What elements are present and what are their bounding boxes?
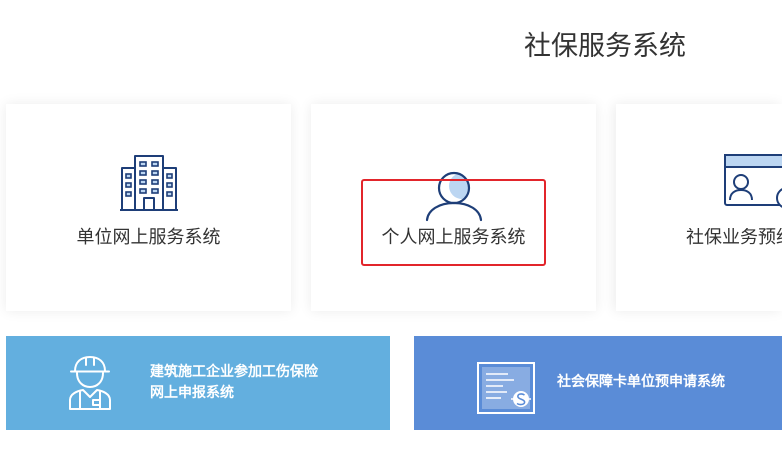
card-appointment-service[interactable]: 社保业务预约 [616,104,782,311]
person-icon [425,171,483,222]
page-title: 社保服务系统 [524,31,686,62]
banner-text: 建筑施工企业参加工伤保险 网上申报系统 [150,362,318,404]
card-personal-online-service[interactable]: 个人网上服务系统 [311,104,596,311]
banner-line: 建筑施工企业参加工伤保险 [150,364,318,380]
card-employer-online-service[interactable]: 单位网上服务系统 [6,104,291,311]
card-label: 社保业务预约 [686,228,782,248]
banner-line: 网上申报系统 [150,385,234,401]
social-security-card-icon [477,362,535,414]
building-icon [120,155,178,211]
construction-worker-icon [69,356,111,410]
id-card-icon [724,154,782,208]
card-label: 单位网上服务系统 [76,227,221,248]
card-label: 个人网上服务系统 [381,227,526,248]
banner-line: 社会保障卡单位预申请系统 [557,374,725,390]
banner-social-security-card[interactable]: 社会保障卡单位预申请系统 [414,336,782,430]
service-portal-page: 社保服务系统 单位网上服务系统 个人网上服务系统 社保业务预 建筑施工企业参加工… [0,0,782,453]
banner-construction-injury-insurance[interactable]: 建筑施工企业参加工伤保险 网上申报系统 [6,336,390,430]
banner-text: 社会保障卡单位预申请系统 [557,372,725,393]
